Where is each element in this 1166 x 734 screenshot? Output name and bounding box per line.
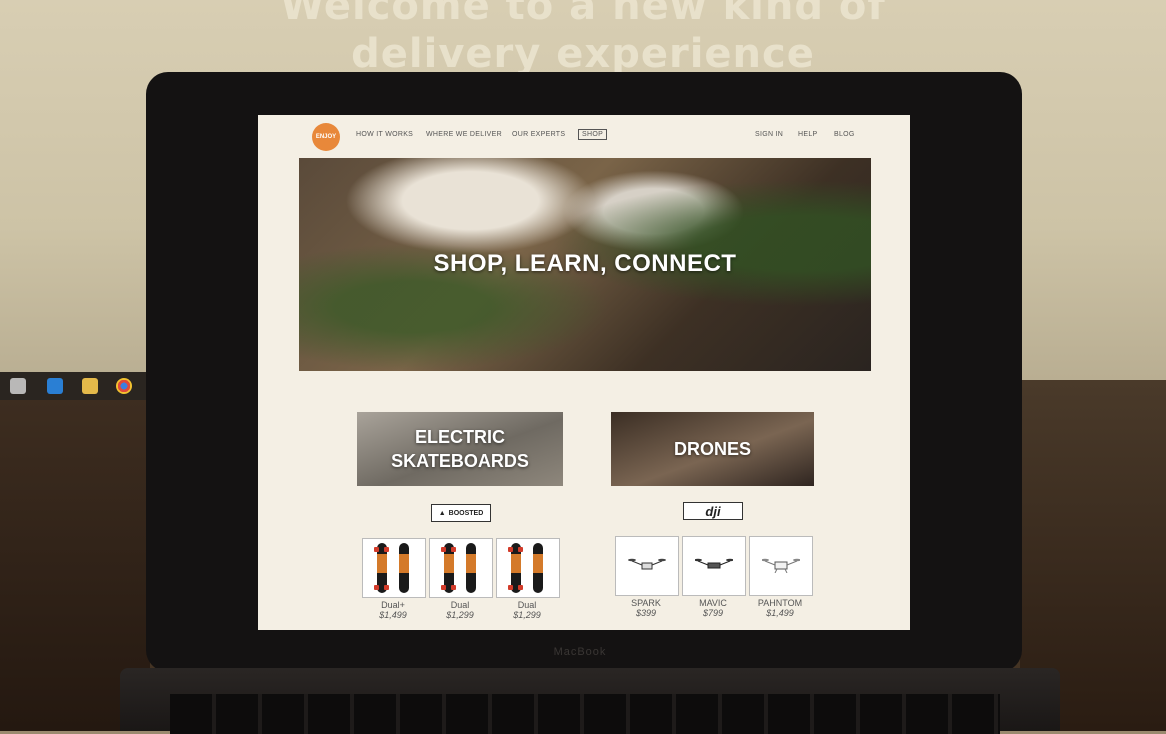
product-card[interactable]: PAHNTOM $1,499 [749,536,813,618]
category-electric-skateboards[interactable]: ELECTRIC SKATEBOARDS [357,412,563,486]
product-card[interactable]: Dual+ $1,499 [362,538,426,620]
nav-how-it-works[interactable]: HOW IT WORKS [356,131,413,138]
nav-our-experts[interactable]: OUR EXPERTS [512,131,565,138]
hero-banner: SHOP, LEARN, CONNECT [299,158,871,371]
file-explorer-icon [82,378,98,394]
boosted-brand-badge[interactable]: ▲ BOOSTED [431,504,491,522]
task-view-icon [10,378,26,394]
nav-help[interactable]: HELP [798,131,818,138]
category-drones[interactable]: DRONES [611,412,814,486]
product-card[interactable]: Dual $1,299 [496,538,560,620]
top-nav: ENJOY HOW IT WORKS WHERE WE DELIVER OUR … [258,115,910,157]
product-price: $1,299 [446,610,474,620]
boosted-brand-label: BOOSTED [448,509,484,517]
skateboard-thumbnail [362,538,426,598]
product-name: Dual [517,600,537,610]
drone-thumbnail [615,536,679,596]
product-price: $1,499 [766,608,794,618]
product-card[interactable]: Dual $1,299 [429,538,493,620]
nav-sign-in[interactable]: SIGN IN [755,131,783,138]
product-price: $1,299 [513,610,541,620]
nav-where-we-deliver[interactable]: WHERE WE DELIVER [426,131,502,138]
enjoy-logo[interactable]: ENJOY [312,123,340,151]
nav-shop[interactable]: SHOP [578,129,608,140]
product-card[interactable]: SPARK $399 [615,536,679,618]
nav-blog[interactable]: BLOG [834,131,855,138]
boosted-logo-icon: ▲ [438,509,446,517]
product-price: $799 [702,608,724,618]
product-name: SPARK [631,598,661,608]
product-name: Dual [450,600,470,610]
product-price: $399 [635,608,657,618]
drone-thumbnail [682,536,746,596]
product-name: PAHNTOM [757,598,803,608]
wall-heading-line1: Welcome to a new kind of [280,0,886,29]
keyboard [170,694,1000,734]
product-name: Dual+ [381,600,405,610]
skateboard-thumbnail [496,538,560,598]
drone-thumbnail [749,536,813,596]
chrome-icon [116,378,132,394]
laptop-brand: MacBook [553,646,607,658]
website-screen: ENJOY HOW IT WORKS WHERE WE DELIVER OUR … [258,115,910,630]
product-card[interactable]: MAVIC $799 [682,536,746,618]
dji-brand-badge[interactable]: dji [683,502,743,520]
category-skateboards-label: ELECTRIC SKATEBOARDS [391,427,529,471]
wall-heading: Welcome to a new kind of delivery experi… [0,0,1166,78]
category-drones-label: DRONES [673,439,751,459]
edge-icon [47,378,63,394]
wall-heading-line2: delivery experience [351,31,815,77]
product-price: $1,499 [379,610,407,620]
product-name: MAVIC [699,598,727,608]
hero-title: SHOP, LEARN, CONNECT [433,250,737,277]
skateboard-thumbnail [429,538,493,598]
dji-brand-label: dji [705,503,721,519]
